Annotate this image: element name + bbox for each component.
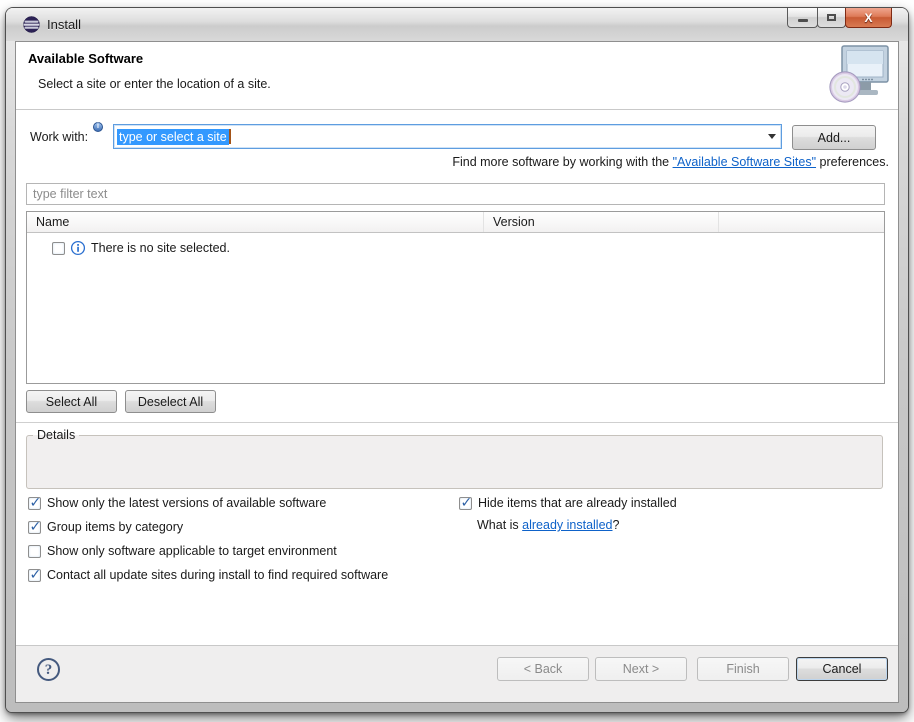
software-table[interactable]: Name Version There is no site selected. <box>26 211 885 384</box>
column-header-empty <box>719 212 884 232</box>
info-icon <box>70 240 86 256</box>
content-assist-bulb-icon: i <box>93 122 103 132</box>
finish-button[interactable]: Finish <box>697 657 789 681</box>
minimize-button[interactable] <box>787 8 818 28</box>
help-button[interactable]: ? <box>37 658 60 681</box>
work-with-combo[interactable]: type or select a site <box>113 124 782 149</box>
install-software-icon <box>828 44 892 106</box>
filter-input[interactable] <box>26 183 885 205</box>
combo-dropdown-arrow-icon[interactable] <box>762 125 781 148</box>
window-controls: X <box>788 8 892 28</box>
details-group: Details <box>26 428 883 489</box>
page-title: Available Software <box>28 51 143 66</box>
checkbox[interactable] <box>28 545 41 558</box>
close-icon: X <box>864 11 872 25</box>
minimize-icon <box>798 19 808 22</box>
maximize-icon <box>827 14 836 21</box>
option-contact-update-sites[interactable]: Contact all update sites during install … <box>28 568 388 582</box>
option-hide-installed[interactable]: Hide items that are already installed <box>459 496 677 510</box>
select-all-button[interactable]: Select All <box>26 390 117 413</box>
dialog-client-area: Available Software Select a site or ente… <box>15 41 899 703</box>
already-installed-link[interactable]: already installed <box>522 518 612 532</box>
window-title: Install <box>47 17 81 32</box>
maximize-button[interactable] <box>817 8 846 28</box>
install-dialog-window: Install X Available Software Select a si… <box>6 8 908 712</box>
close-button[interactable]: X <box>845 8 892 28</box>
cancel-button[interactable]: Cancel <box>796 657 888 681</box>
text-caret <box>229 129 231 144</box>
checkbox[interactable] <box>459 497 472 510</box>
checkbox[interactable] <box>28 521 41 534</box>
page-subtitle: Select a site or enter the location of a… <box>38 77 271 91</box>
table-header: Name Version <box>27 212 884 233</box>
back-button[interactable]: < Back <box>497 657 589 681</box>
checkbox[interactable] <box>28 569 41 582</box>
table-row[interactable]: There is no site selected. <box>27 233 884 256</box>
find-more-text: Find more software by working with the "… <box>452 155 889 169</box>
option-group-by-category[interactable]: Group items by category <box>28 520 183 534</box>
checkbox[interactable] <box>28 497 41 510</box>
button-bar: ? < Back Next > Finish Cancel <box>16 646 898 702</box>
column-header-version[interactable]: Version <box>484 212 719 232</box>
separator <box>16 422 898 423</box>
row-checkbox[interactable] <box>52 242 65 255</box>
combo-selected-text[interactable]: type or select a site <box>117 129 229 145</box>
wizard-nav-buttons: < Back Next > Finish Cancel <box>497 657 888 681</box>
row-message: There is no site selected. <box>91 241 230 255</box>
available-software-sites-link[interactable]: "Available Software Sites" <box>673 155 816 169</box>
column-header-name[interactable]: Name <box>27 212 484 232</box>
next-button[interactable]: Next > <box>595 657 687 681</box>
option-applicable-environment[interactable]: Show only software applicable to target … <box>28 544 337 558</box>
deselect-all-button[interactable]: Deselect All <box>125 390 216 413</box>
wizard-header: Available Software Select a site or ente… <box>16 42 898 110</box>
work-with-label: Work with: <box>30 130 88 144</box>
eclipse-app-icon <box>23 16 40 33</box>
option-show-latest-versions[interactable]: Show only the latest versions of availab… <box>28 496 326 510</box>
what-is-installed-text: What is already installed? <box>477 518 619 532</box>
add-button[interactable]: Add... <box>792 125 876 150</box>
details-label: Details <box>33 428 79 442</box>
titlebar[interactable]: Install <box>6 8 908 41</box>
